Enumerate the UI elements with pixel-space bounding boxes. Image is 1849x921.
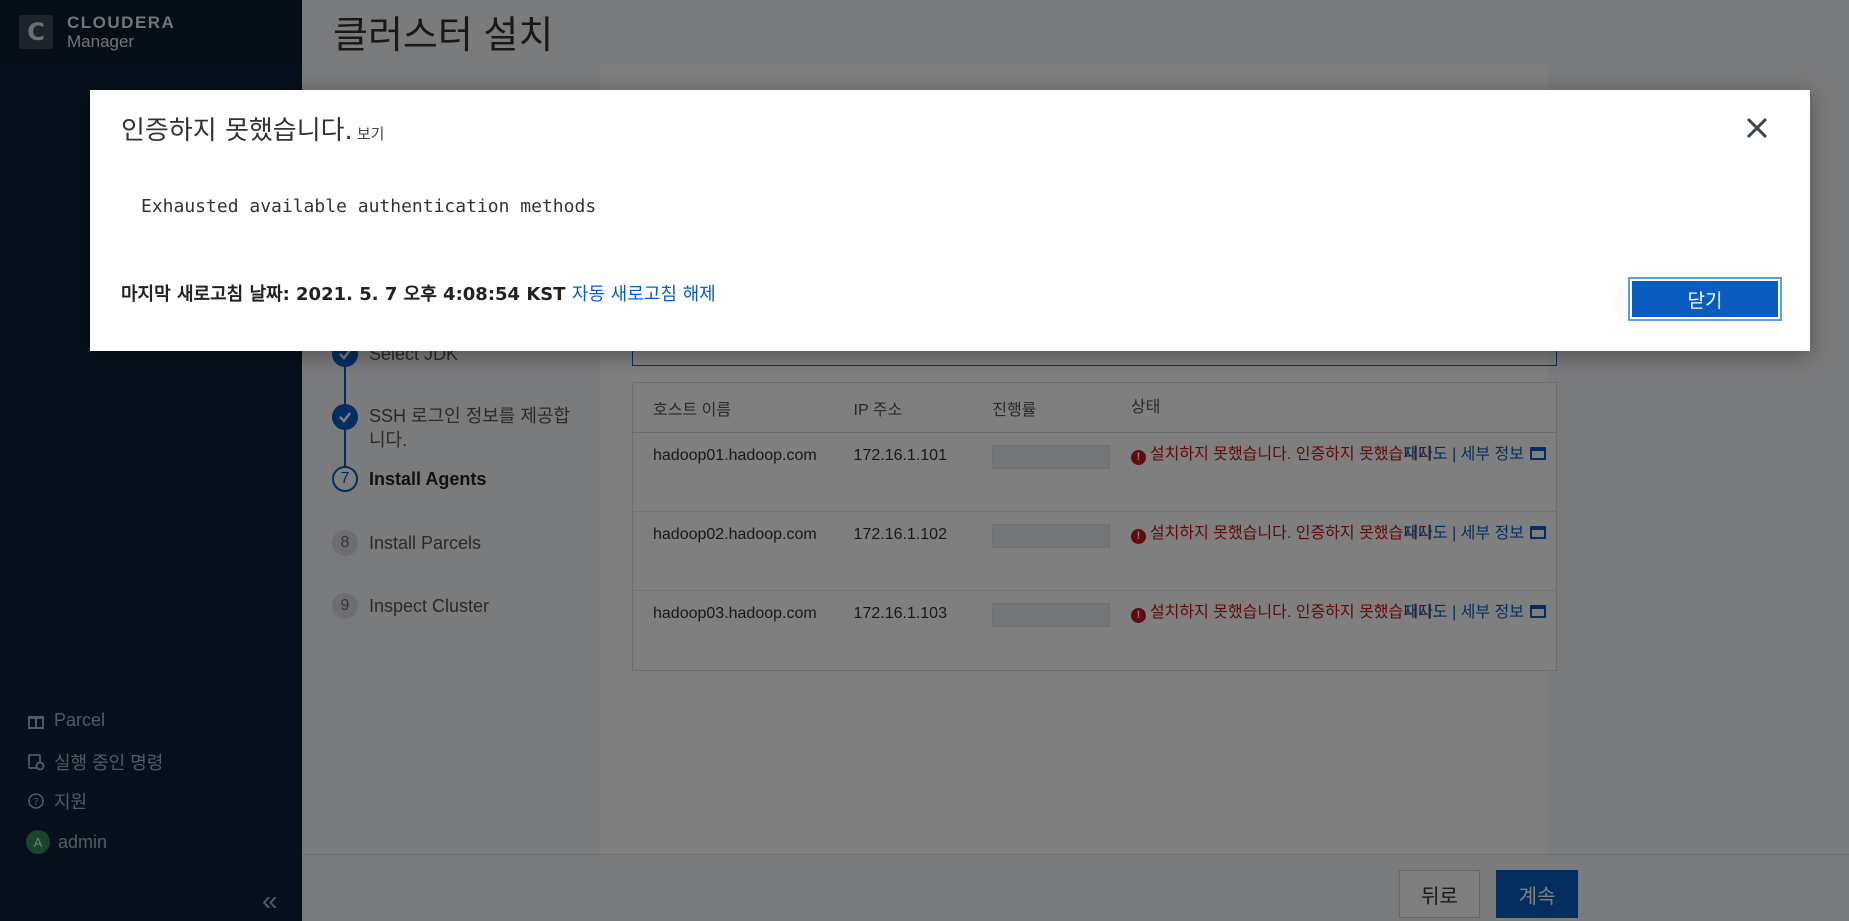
close-icon[interactable] bbox=[1743, 114, 1771, 142]
dialog-title-text: 인증하지 못했습니다. bbox=[121, 116, 353, 146]
error-message: Exhausted available authentication metho… bbox=[141, 196, 597, 217]
disable-auto-refresh-link[interactable]: 자동 새로고침 해제 bbox=[572, 284, 716, 305]
view-link[interactable]: 보기 bbox=[357, 125, 385, 143]
last-refresh-info: 마지막 새로고침 날짜: 2021. 5. 7 오후 4:08:54 KST 자… bbox=[121, 280, 716, 306]
error-dialog: 인증하지 못했습니다. 보기 Exhausted available authen… bbox=[90, 90, 1810, 351]
dialog-title: 인증하지 못했습니다. 보기 bbox=[121, 110, 384, 147]
last-refresh-text: 마지막 새로고침 날짜: 2021. 5. 7 오후 4:08:54 KST bbox=[121, 284, 566, 305]
close-button[interactable]: 닫기 bbox=[1630, 279, 1780, 319]
